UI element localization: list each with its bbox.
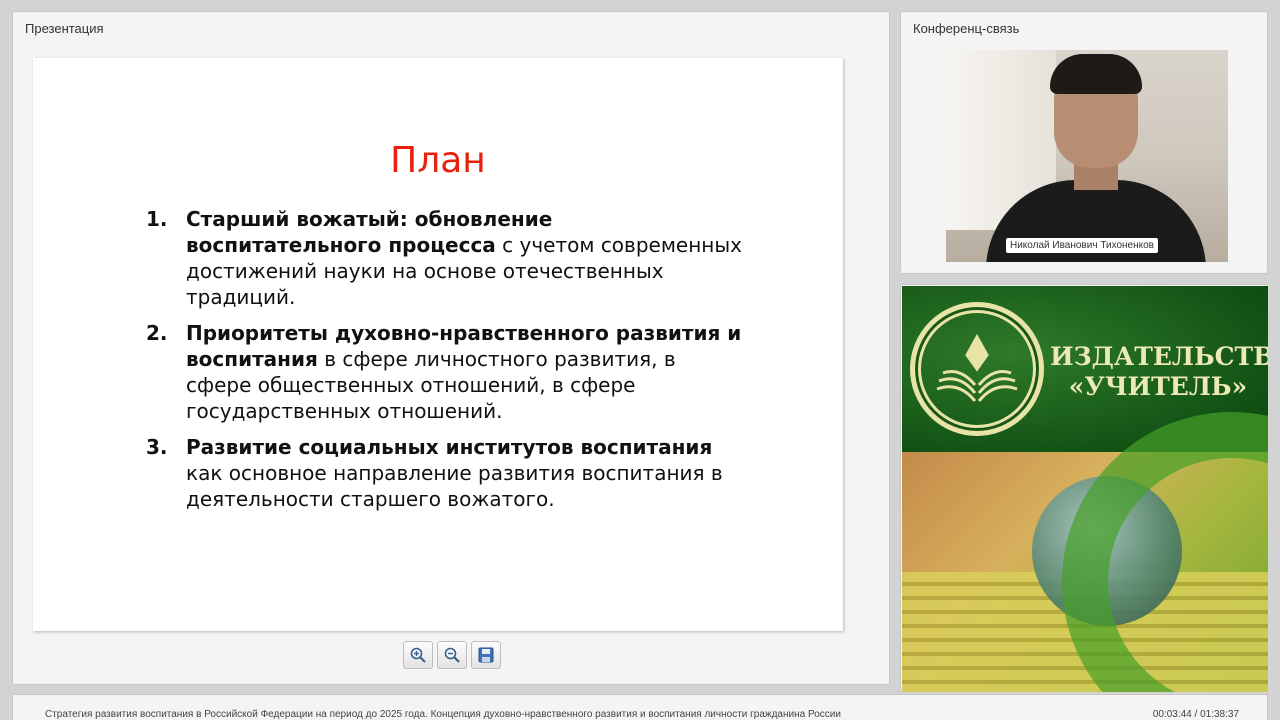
slide-list: 1. Старший вожатый: обновление воспитател… — [146, 206, 746, 522]
presentation-panel: Презентация План 1. Старший вожатый: обно… — [12, 11, 890, 685]
presentation-panel-title: Презентация — [25, 21, 104, 36]
publisher-banner: ИЗДАТЕЛЬСТВО «УЧИТЕЛЬ» — [902, 286, 1268, 692]
video-person-hair — [1050, 54, 1142, 94]
presentation-description: Стратегия развития воспитания в Российск… — [45, 709, 841, 720]
publisher-name-line2: «УЧИТЕЛЬ» — [1068, 372, 1248, 401]
slide-list-item: 1. Старший вожатый: обновление воспитател… — [146, 206, 746, 310]
zoom-in-button[interactable] — [403, 641, 433, 669]
slide-list-item: 2. Приоритеты духовно-нравственного разви… — [146, 320, 746, 424]
conference-panel: Конференц-связь Николай Иванович Тихонен… — [900, 11, 1268, 274]
video-feed[interactable]: Николай Иванович Тихоненков — [946, 50, 1228, 262]
slide-title: План — [390, 140, 486, 181]
participant-name-label: Николай Иванович Тихоненков — [1006, 238, 1158, 253]
save-icon — [478, 647, 494, 663]
publisher-name: ИЗДАТЕЛЬСТВО «УЧИТЕЛЬ» — [1050, 342, 1268, 402]
green-wave-decoration — [1062, 412, 1268, 692]
slide-item-number: 2. — [146, 321, 168, 345]
slide-item-bold: Развитие социальных институтов воспитани… — [186, 435, 713, 459]
book-emblem-icon — [936, 333, 1018, 402]
slide-item-number: 3. — [146, 435, 168, 459]
playback-time: 00:03:44 / 01:38:37 — [1152, 709, 1239, 720]
slide-item-text: как основное направление развития воспит… — [186, 461, 723, 511]
zoom-out-button[interactable] — [437, 641, 467, 669]
slide: План 1. Старший вожатый: обновление воспи… — [33, 58, 843, 631]
banner-image — [902, 412, 1268, 692]
save-button[interactable] — [471, 641, 501, 669]
slide-list-item: 3. Развитие социальных институтов воспита… — [146, 434, 746, 512]
publisher-logo-icon — [910, 302, 1044, 436]
slide-toolbar — [403, 641, 501, 669]
status-bar: Стратегия развития воспитания в Российск… — [12, 694, 1268, 720]
conference-panel-title: Конференц-связь — [913, 21, 1020, 36]
publisher-name-line1: ИЗДАТЕЛЬСТВО — [1050, 342, 1268, 371]
zoom-in-icon — [410, 647, 426, 663]
slide-item-number: 1. — [146, 207, 168, 231]
zoom-out-icon — [444, 647, 460, 663]
publisher-banner-panel: ИЗДАТЕЛЬСТВО «УЧИТЕЛЬ» — [900, 284, 1268, 692]
